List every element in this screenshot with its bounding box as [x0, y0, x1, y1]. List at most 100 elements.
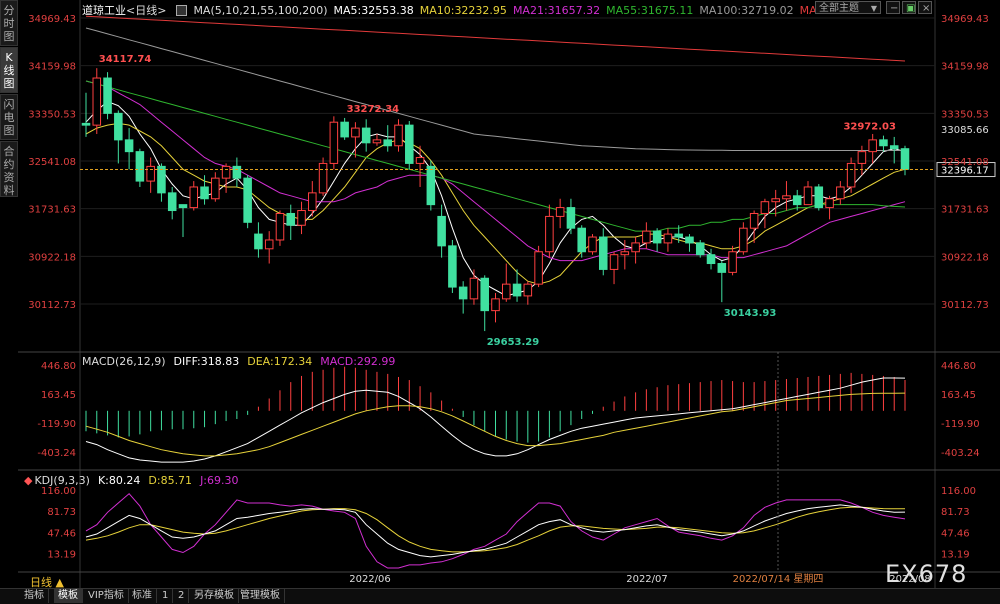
candle-body — [426, 165, 436, 206]
candle-body — [545, 215, 554, 253]
candle-body — [491, 298, 500, 312]
y-label-left-1: 34159.98 — [28, 62, 76, 73]
candle-body — [92, 77, 102, 126]
y-label-right-6: 30112.73 — [941, 300, 989, 311]
close-button[interactable]: × — [918, 1, 932, 14]
candle-body — [157, 165, 166, 194]
candle[interactable] — [814, 184, 824, 211]
candle-body — [286, 212, 296, 226]
macd-title: MACD(26,12,9) — [82, 355, 166, 368]
annotation-4: 32972.03 — [843, 122, 896, 133]
window-button[interactable]: ▣ — [902, 1, 916, 14]
macd-label-left-1: 163.45 — [41, 390, 76, 401]
candle-body — [889, 145, 899, 150]
candle[interactable] — [318, 157, 328, 196]
candle-body — [254, 233, 263, 250]
annotation-1: 33272.34 — [347, 104, 400, 115]
y-label-left-6: 30112.73 — [28, 300, 76, 311]
bottom-tab-1[interactable]: 模板 — [54, 589, 83, 603]
candle-body — [167, 192, 177, 212]
settings-icon[interactable] — [176, 4, 188, 16]
candle-body — [448, 245, 457, 288]
candle-body — [405, 124, 414, 164]
kdj-label-right-3: 13.19 — [941, 550, 970, 561]
candle-body — [189, 186, 199, 209]
side-tab-lightning[interactable]: 闪电图 — [0, 94, 18, 140]
instrument-name[interactable]: 道琼工业 — [82, 2, 126, 18]
candle[interactable] — [92, 68, 102, 134]
y-label-left-3: 32541.08 — [28, 157, 76, 168]
x-label-1: 2022/07 — [626, 574, 668, 585]
candle-body — [512, 283, 522, 297]
candle-body — [318, 162, 328, 194]
candle[interactable] — [103, 72, 112, 120]
candle-body — [415, 157, 425, 164]
y-label-right-3: 32541.08 — [941, 157, 989, 168]
bottom-tab-6[interactable]: 另存模板 — [190, 589, 239, 603]
bottom-tab-3[interactable]: 标准 — [128, 589, 157, 603]
candle-body — [857, 151, 867, 164]
period-label[interactable]: <日线> — [126, 2, 166, 18]
candle-body — [232, 165, 242, 179]
bottom-tab-0[interactable]: 指标 — [20, 589, 49, 603]
y-label-right-2: 33350.53 — [941, 109, 989, 120]
y-label-left-2: 33350.53 — [28, 109, 76, 120]
kdj-label-left-1: 81.73 — [47, 507, 76, 518]
candle-body — [792, 195, 802, 206]
candle-body — [221, 165, 231, 179]
candle-body — [534, 251, 543, 285]
kdj-label-left-2: 47.46 — [47, 528, 76, 539]
candle-body — [114, 112, 123, 141]
candle-body — [523, 283, 533, 297]
kdj-j: J:69.30 — [200, 474, 239, 487]
bottom-tab-7[interactable]: 管理模板 — [236, 589, 285, 603]
chevron-down-icon: ▼ — [870, 4, 877, 13]
kdj-label-left-3: 13.19 — [47, 550, 76, 561]
bottom-tab-4[interactable]: 1 — [158, 589, 174, 603]
x-label-2: 2022/07/14 星期四 — [733, 573, 824, 585]
bottom-tab-2[interactable]: VIP指标 — [84, 589, 129, 603]
bottom-tab-5[interactable]: 2 — [174, 589, 190, 603]
side-tab-timeshare[interactable]: 分时图 — [0, 0, 18, 46]
candle-body — [243, 177, 252, 223]
candle-body — [598, 236, 608, 270]
candle[interactable] — [329, 116, 339, 170]
candle-body — [555, 207, 565, 217]
candle[interactable] — [448, 239, 457, 293]
candle[interactable] — [135, 148, 145, 187]
candle-body — [103, 77, 112, 114]
ma-value-0: MA5:32553.38 — [333, 3, 414, 17]
candle[interactable] — [588, 234, 597, 255]
candle-body — [383, 139, 393, 147]
y-label-right-1: 34159.98 — [941, 62, 989, 73]
y-label-left-4: 31731.63 — [28, 205, 76, 216]
macd-label-right-1: 163.45 — [941, 390, 976, 401]
candle-body — [717, 263, 727, 273]
candle-body — [480, 277, 489, 312]
kdj-marker-icon: ◆ — [24, 474, 33, 487]
kdj-label-right-2: 47.46 — [941, 528, 970, 539]
kdj-k: K:80.24 — [97, 474, 141, 487]
candle[interactable] — [695, 239, 705, 258]
candle[interactable] — [426, 160, 436, 211]
candle-body — [760, 201, 770, 214]
theme-select[interactable]: 全部主题 ▼ — [815, 1, 881, 14]
candle-body — [868, 139, 877, 153]
candle-body — [803, 186, 813, 206]
zoom-out-button[interactable]: − — [886, 1, 900, 14]
candle-body — [264, 239, 274, 250]
candle[interactable] — [243, 175, 252, 229]
side-tab-kline[interactable]: K线图 — [0, 47, 18, 93]
y-label-right-4: 31731.63 — [941, 205, 989, 216]
candle-body — [836, 186, 845, 200]
chart-canvas[interactable]: 32396.17 34117.7433272.3429653.2930143.9… — [0, 0, 1000, 603]
candle-body — [771, 198, 780, 203]
candle[interactable] — [534, 245, 543, 288]
candle-body — [674, 233, 683, 238]
ma-header: 道琼工业 <日线> MA(5,10,21,55,100,200) MA5:325… — [82, 2, 838, 18]
candle-body — [297, 210, 306, 226]
candle-body — [577, 227, 586, 253]
ma-value-1: MA10:32232.95 — [419, 3, 507, 17]
side-tab-contract-info[interactable]: 合约资料 — [0, 141, 18, 197]
candle[interactable] — [405, 121, 414, 170]
